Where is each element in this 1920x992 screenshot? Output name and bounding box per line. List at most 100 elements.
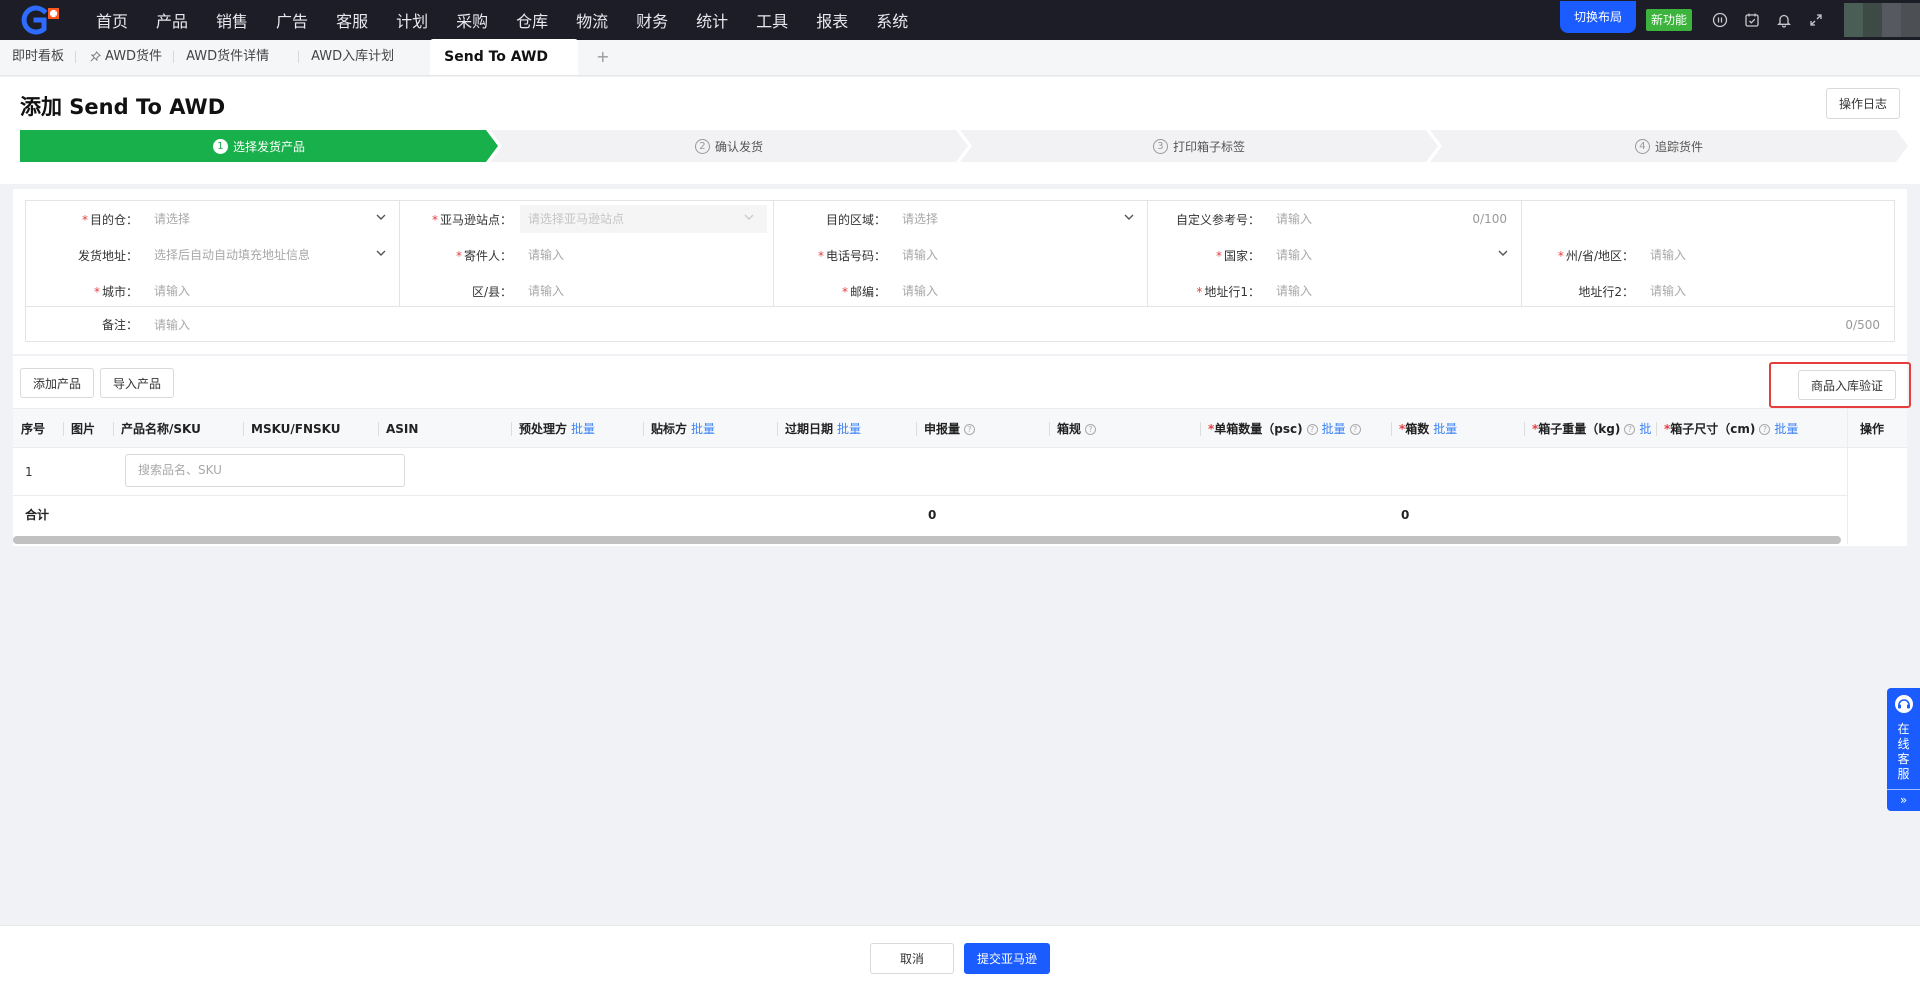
amazon-site-select[interactable]: 请选择亚马逊站点 — [520, 205, 767, 233]
form-row-sender: * 寄件人： 请输入 — [400, 237, 773, 273]
phone-input[interactable]: 请输入 — [894, 241, 1147, 269]
form-column-5: * 州/省/地区： 请输入 地址行2： 请输入 — [1522, 201, 1894, 306]
dest-region-select[interactable]: 请选择 — [894, 205, 1147, 233]
ship-address-select[interactable]: 选择后自动自动填充地址信息 — [146, 241, 399, 269]
form-row-phone: * 电话号码： 请输入 — [774, 237, 1147, 273]
nav-item-logistics[interactable]: 物流 — [576, 8, 608, 32]
table-total-row: 合计 0 0 — [13, 496, 1907, 534]
nav-item-warehouse[interactable]: 仓库 — [516, 8, 548, 32]
nav-item-statistics[interactable]: 统计 — [696, 8, 728, 32]
avatar[interactable] — [1844, 3, 1920, 37]
help-icon[interactable]: ? — [1306, 424, 1318, 435]
form-row-country: * 国家： 请输入 — [1148, 237, 1521, 273]
step-label: 追踪货件 — [1654, 139, 1703, 154]
nav-item-tools[interactable]: 工具 — [756, 8, 788, 32]
batch-expiry-link[interactable]: 批量 — [837, 422, 861, 436]
batch-size-link[interactable]: 批量 — [1774, 422, 1798, 436]
city-label: * 城市： — [93, 284, 138, 299]
custom-ref-input[interactable]: 请输入 0/100 — [1268, 205, 1521, 233]
tab-awd-inbound-plan[interactable]: AWD入库计划 — [299, 39, 430, 75]
nav-item-ads[interactable]: 广告 — [276, 8, 308, 32]
batch-label-link[interactable]: 批量 — [691, 422, 715, 436]
shipment-form-card: * 目的仓： 请选择 发货地址： 选择后自动自动填充地址信息 * 城市： 请输入 *… — [13, 189, 1907, 354]
nav-item-customer-service[interactable]: 客服 — [336, 8, 368, 32]
tab-send-to-awd[interactable]: Send To AWD — [430, 39, 579, 75]
app-logo[interactable] — [12, 0, 68, 40]
notes-input[interactable]: 请输入 0/500 — [146, 311, 1894, 339]
country-label: * 国家： — [1215, 248, 1260, 263]
submit-to-amazon-button[interactable]: 提交亚马逊 — [964, 943, 1050, 974]
add-tab-button[interactable]: + — [578, 39, 627, 75]
help-icon[interactable]: ? — [1349, 424, 1361, 435]
dest-warehouse-label: * 目的仓： — [81, 212, 138, 227]
help-icon[interactable]: ? — [1759, 424, 1771, 435]
batch-units-link[interactable]: 批量 — [1322, 422, 1346, 436]
district-input[interactable]: 请输入 — [520, 277, 773, 305]
batch-box-count-link[interactable]: 批量 — [1433, 422, 1457, 436]
col-box-size: *箱子尺寸（cm)? 批量 — [1656, 409, 1836, 449]
help-icon[interactable]: ? — [964, 424, 976, 435]
add-product-button[interactable]: 添加产品 — [20, 368, 95, 398]
products-table: 序号 图片 产品名称/SKU MSKU/FNSKU ASIN 预处理方 批量 贴标… — [13, 408, 1907, 534]
ship-address-label: 发货地址： — [77, 248, 138, 263]
col-name-sku: 产品名称/SKU — [113, 409, 201, 449]
pause-circle-icon[interactable] — [1704, 0, 1736, 40]
service-label: 在线客服 — [1897, 722, 1910, 781]
nav-item-purchase[interactable]: 采购 — [456, 8, 488, 32]
phone-label: * 电话号码： — [817, 248, 886, 263]
country-select[interactable]: 请输入 — [1268, 241, 1521, 269]
col-index: 序号 — [21, 422, 46, 436]
page-title: 添加 Send To AWD — [20, 95, 226, 119]
col-units-per-box: *单箱数量（psc)? 批量? — [1200, 409, 1361, 449]
nav-item-plan[interactable]: 计划 — [396, 8, 428, 32]
new-feature-badge[interactable]: 新功能 — [1645, 9, 1692, 31]
horizontal-scrollbar[interactable] — [13, 536, 1841, 544]
operation-log-button[interactable]: 操作日志 — [1825, 88, 1900, 119]
expand-icon[interactable]: » — [1887, 789, 1920, 811]
total-declared: 0 — [928, 508, 937, 522]
nav-item-reports[interactable]: 报表 — [816, 8, 848, 32]
fullscreen-icon[interactable] — [1800, 0, 1832, 40]
custom-ref-label: 自定义参考号： — [1175, 212, 1260, 227]
online-service-widget[interactable]: 在线客服 » — [1887, 688, 1920, 811]
actions-header: 操作 — [1848, 408, 1907, 448]
help-icon[interactable]: ? — [1085, 424, 1097, 435]
batch-weight-link[interactable]: 批 — [1639, 422, 1651, 436]
col-expiry: 过期日期 批量 — [777, 409, 861, 449]
total-box-count: 0 — [1401, 508, 1410, 522]
char-counter: 0/500 — [1845, 317, 1880, 332]
address2-input[interactable]: 请输入 — [1642, 277, 1894, 305]
cancel-button[interactable]: 取消 — [870, 943, 954, 974]
address1-input[interactable]: 请输入 — [1268, 277, 1521, 305]
nav-item-product[interactable]: 产品 — [156, 8, 188, 32]
calendar-check-icon[interactable] — [1736, 0, 1768, 40]
import-product-button[interactable]: 导入产品 — [100, 368, 175, 398]
tab-dashboard[interactable]: 即时看板 — [0, 39, 77, 75]
tab-awd-shipments[interactable]: AWD货件 — [76, 39, 175, 77]
col-label-party: 贴标方 批量 — [643, 409, 715, 449]
state-input[interactable]: 请输入 — [1642, 241, 1894, 269]
pin-icon — [90, 41, 101, 77]
bell-icon[interactable] — [1768, 0, 1800, 40]
batch-prep-link[interactable]: 批量 — [571, 422, 595, 436]
tab-awd-shipment-detail[interactable]: AWD货件详情 — [174, 39, 300, 75]
col-box-count: *箱数 批量 — [1391, 409, 1457, 449]
sender-input[interactable]: 请输入 — [520, 241, 773, 269]
city-input[interactable]: 请输入 — [146, 277, 399, 305]
step-number: 1 — [213, 139, 228, 154]
nav-item-finance[interactable]: 财务 — [636, 8, 668, 32]
switch-layout-button[interactable]: 切换布局 — [1559, 1, 1636, 33]
help-icon[interactable]: ? — [1624, 424, 1636, 435]
form-row-address2: 地址行2： 请输入 — [1522, 273, 1894, 309]
step-number: 3 — [1153, 139, 1168, 154]
nav-item-home[interactable]: 首页 — [96, 8, 128, 32]
inbound-verify-button[interactable]: 商品入库验证 — [1797, 370, 1896, 400]
nav-right-tools: 切换布局 新功能 — [1559, 0, 1920, 40]
nav-item-system[interactable]: 系统 — [876, 8, 908, 32]
dest-region-label: 目的区域： — [825, 212, 886, 227]
step-select-products: 1 选择发货产品 — [20, 130, 498, 162]
postcode-input[interactable]: 请输入 — [894, 277, 1147, 305]
product-search-input[interactable]: 搜索品名、SKU — [125, 454, 405, 487]
nav-item-sales[interactable]: 销售 — [216, 8, 248, 32]
dest-warehouse-select[interactable]: 请选择 — [146, 205, 399, 233]
